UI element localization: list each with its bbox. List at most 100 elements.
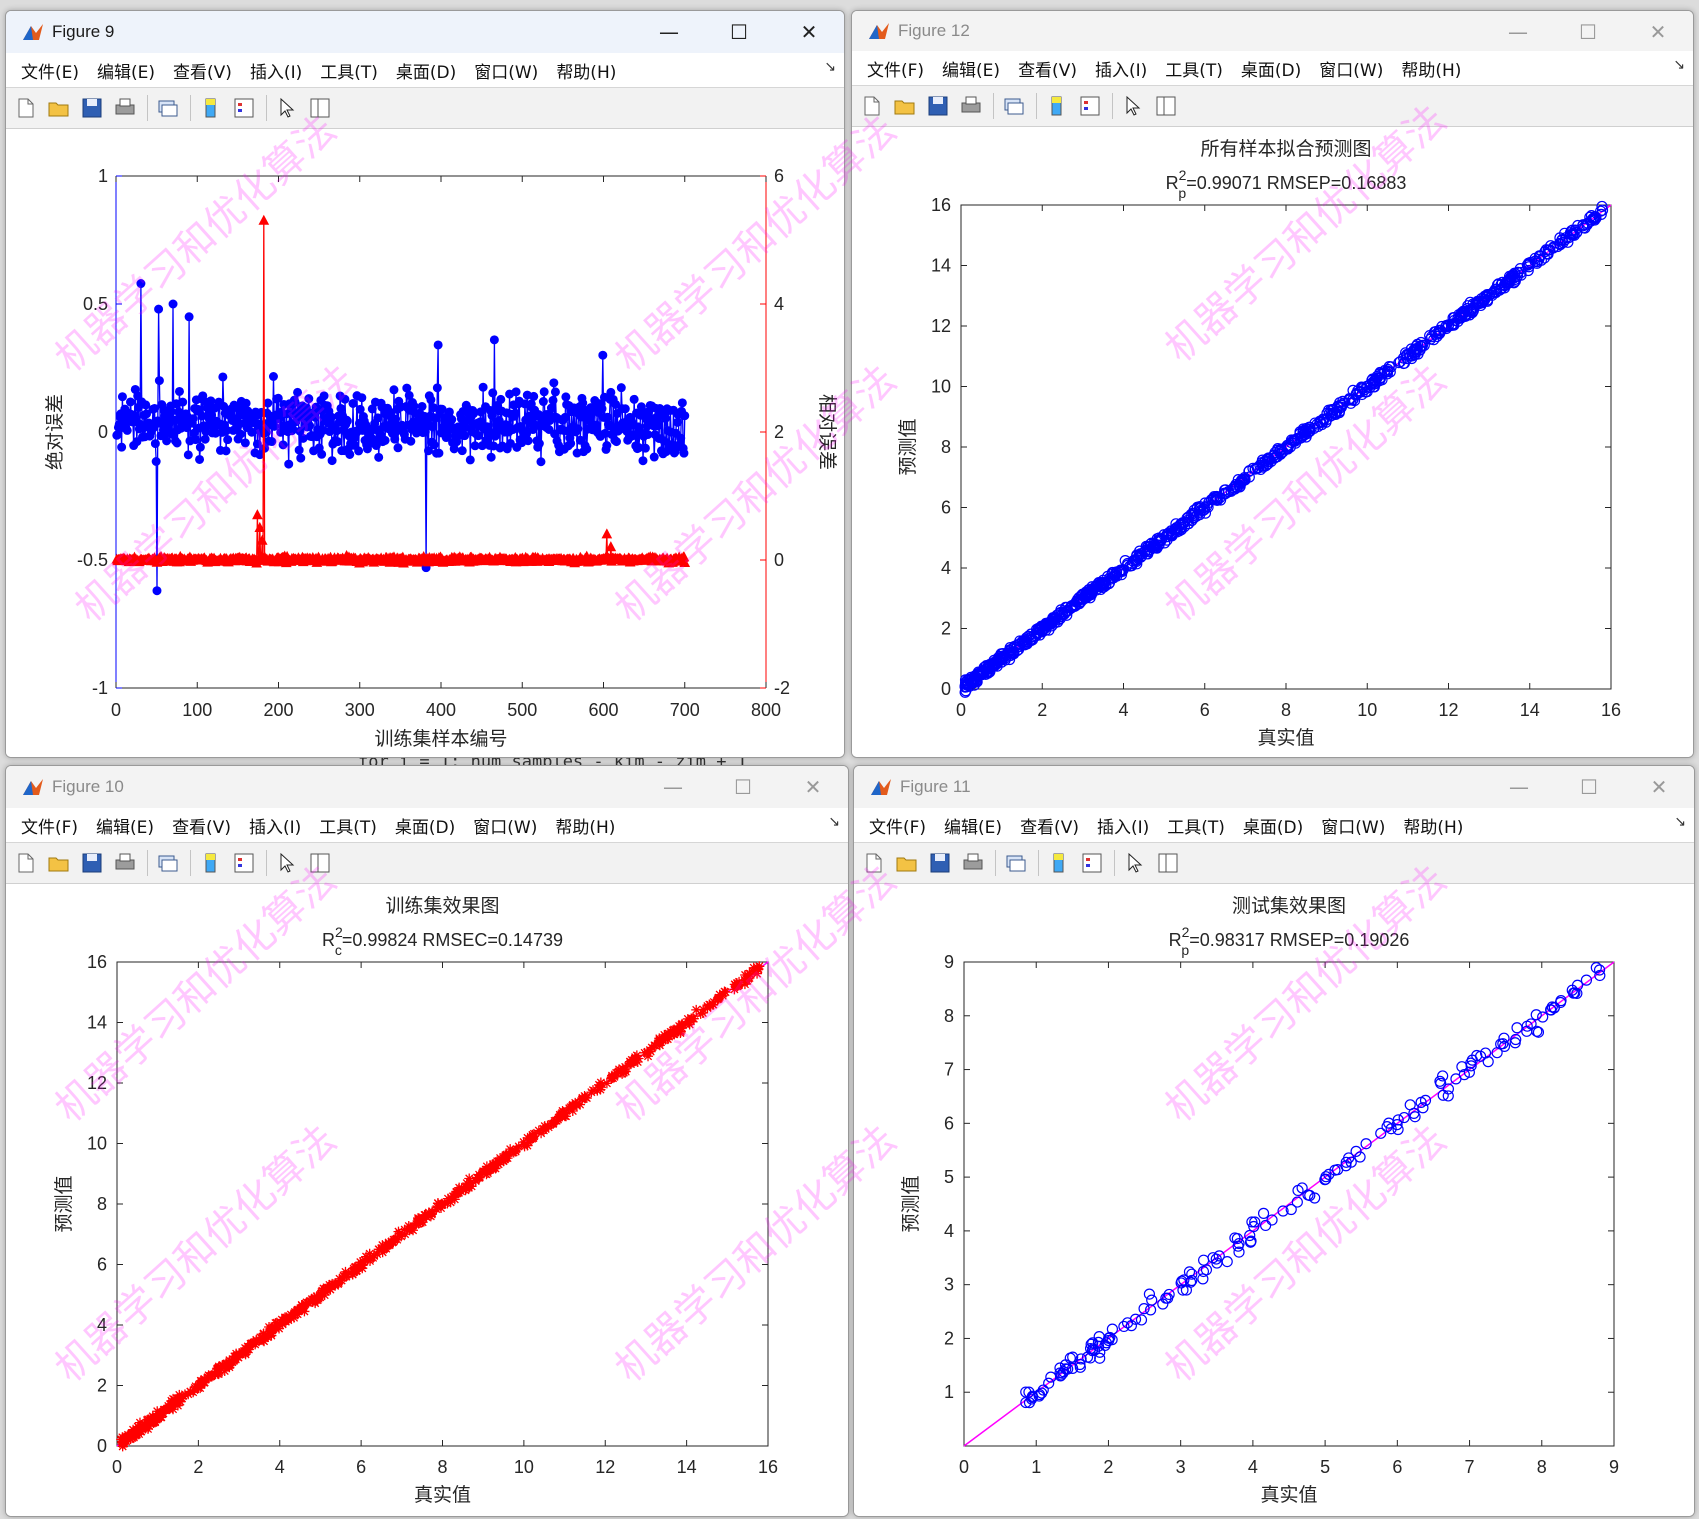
data-point	[417, 401, 427, 411]
save-icon[interactable]	[78, 94, 106, 122]
toolbar-separator	[1112, 93, 1113, 119]
menu-item-1[interactable]: 编辑(E)	[88, 58, 164, 83]
figure-11-window[interactable]: Figure 11 — ☐ ✕ 文件(F) 编辑(E) 查看(V) 插入(I) 工具(T…	[853, 765, 1695, 1517]
minimize-button[interactable]: —	[634, 11, 704, 53]
title-bar[interactable]: Figure 10 — ☐ ✕	[6, 766, 848, 808]
close-button[interactable]: ✕	[778, 766, 848, 808]
minimize-button[interactable]: —	[1484, 766, 1554, 808]
new-figure-icon[interactable]	[12, 94, 40, 122]
menu-item-0[interactable]: 文件(E)	[12, 58, 88, 83]
menu-item-0[interactable]: 文件(F)	[12, 813, 87, 838]
menu-item-1[interactable]: 编辑(E)	[933, 56, 1009, 81]
insert-legend-icon[interactable]	[230, 94, 258, 122]
open-file-icon[interactable]	[45, 94, 73, 122]
menu-item-3[interactable]: 插入(I)	[1088, 813, 1158, 838]
menu-item-5[interactable]: 桌面(D)	[386, 813, 464, 838]
menu-item-6[interactable]: 窗口(W)	[1310, 56, 1392, 81]
menu-item-7[interactable]: 帮助(H)	[546, 813, 624, 838]
link-plot-icon[interactable]	[154, 849, 182, 877]
open-file-icon[interactable]	[45, 849, 73, 877]
dock-figure-icon[interactable]: ↘	[1674, 814, 1686, 830]
insert-colorbar-icon[interactable]	[197, 849, 225, 877]
menu-item-5[interactable]: 桌面(D)	[387, 58, 465, 83]
menu-item-5[interactable]: 桌面(D)	[1234, 813, 1312, 838]
menu-item-7[interactable]: 帮助(H)	[547, 58, 625, 83]
menu-item-4[interactable]: 工具(T)	[310, 813, 386, 838]
menu-item-3[interactable]: 插入(I)	[241, 58, 311, 83]
link-plot-icon[interactable]	[154, 94, 182, 122]
maximize-button[interactable]: ☐	[1553, 11, 1623, 53]
property-inspector-icon[interactable]	[1154, 849, 1182, 877]
new-figure-icon[interactable]	[860, 849, 888, 877]
print-icon[interactable]	[959, 849, 987, 877]
menu-item-4[interactable]: 工具(T)	[1156, 56, 1232, 81]
save-icon[interactable]	[78, 849, 106, 877]
edit-plot-icon[interactable]	[1121, 849, 1149, 877]
close-button[interactable]: ✕	[1623, 11, 1693, 53]
menu-item-6[interactable]: 窗口(W)	[1312, 813, 1394, 838]
insert-colorbar-icon[interactable]	[1043, 92, 1071, 120]
figure-12-window[interactable]: Figure 12 — ☐ ✕ 文件(F) 编辑(E) 查看(V) 插入(I) 工具(T…	[851, 10, 1694, 758]
menu-item-6[interactable]: 窗口(W)	[464, 813, 546, 838]
link-plot-icon[interactable]	[1000, 92, 1028, 120]
menu-item-2[interactable]: 查看(V)	[1011, 813, 1088, 838]
menu-item-1[interactable]: 编辑(E)	[87, 813, 163, 838]
property-inspector-icon[interactable]	[306, 94, 334, 122]
menu-item-0[interactable]: 文件(F)	[858, 56, 933, 81]
chart-title: 测试集效果图	[1232, 895, 1346, 917]
insert-colorbar-icon[interactable]	[197, 94, 225, 122]
menu-item-2[interactable]: 查看(V)	[164, 58, 241, 83]
data-point	[151, 457, 161, 467]
edit-plot-icon[interactable]	[273, 849, 301, 877]
new-figure-icon[interactable]	[12, 849, 40, 877]
maximize-button[interactable]: ☐	[704, 11, 774, 53]
menu-item-6[interactable]: 窗口(W)	[465, 58, 547, 83]
menu-item-5[interactable]: 桌面(D)	[1232, 56, 1310, 81]
menu-item-3[interactable]: 插入(I)	[1086, 56, 1156, 81]
insert-legend-icon[interactable]	[230, 849, 258, 877]
new-figure-icon[interactable]	[858, 92, 886, 120]
menu-item-0[interactable]: 文件(F)	[860, 813, 935, 838]
link-plot-icon[interactable]	[1002, 849, 1030, 877]
open-file-icon[interactable]	[893, 849, 921, 877]
dock-figure-icon[interactable]: ↘	[1673, 57, 1685, 73]
insert-legend-icon[interactable]	[1078, 849, 1106, 877]
close-button[interactable]: ✕	[774, 11, 844, 53]
menu-item-3[interactable]: 插入(I)	[240, 813, 310, 838]
chart-subtitle: R2 c=0.99824 RMSEC=0.14739	[322, 924, 563, 958]
title-bar[interactable]: Figure 11 — ☐ ✕	[854, 766, 1694, 808]
figure-9-window[interactable]: Figure 9 — ☐ ✕ 文件(E) 编辑(E) 查看(V) 插入(I) 工具(T)…	[5, 10, 845, 758]
menu-item-4[interactable]: 工具(T)	[1158, 813, 1234, 838]
maximize-button[interactable]: ☐	[1554, 766, 1624, 808]
figure-10-window[interactable]: Figure 10 — ☐ ✕ 文件(F) 编辑(E) 查看(V) 插入(I) 工具(T…	[5, 765, 849, 1517]
title-bar[interactable]: Figure 9 — ☐ ✕	[6, 11, 844, 53]
save-icon[interactable]	[924, 92, 952, 120]
menu-item-2[interactable]: 查看(V)	[163, 813, 240, 838]
open-file-icon[interactable]	[891, 92, 919, 120]
print-icon[interactable]	[111, 94, 139, 122]
save-icon[interactable]	[926, 849, 954, 877]
minimize-button[interactable]: —	[1483, 11, 1553, 53]
property-inspector-icon[interactable]	[1152, 92, 1180, 120]
menu-item-2[interactable]: 查看(V)	[1009, 56, 1086, 81]
close-button[interactable]: ✕	[1624, 766, 1694, 808]
property-inspector-icon[interactable]	[306, 849, 334, 877]
x-tick-label: 0	[111, 700, 121, 720]
edit-plot-icon[interactable]	[1119, 92, 1147, 120]
insert-legend-icon[interactable]	[1076, 92, 1104, 120]
dock-figure-icon[interactable]: ↘	[828, 814, 840, 830]
print-icon[interactable]	[957, 92, 985, 120]
data-point	[428, 422, 438, 432]
edit-plot-icon[interactable]	[273, 94, 301, 122]
data-point	[704, 999, 715, 1010]
menu-item-1[interactable]: 编辑(E)	[935, 813, 1011, 838]
menu-item-7[interactable]: 帮助(H)	[1394, 813, 1472, 838]
title-bar[interactable]: Figure 12 — ☐ ✕	[852, 11, 1693, 51]
insert-colorbar-icon[interactable]	[1045, 849, 1073, 877]
maximize-button[interactable]: ☐	[708, 766, 778, 808]
minimize-button[interactable]: —	[638, 766, 708, 808]
menu-item-4[interactable]: 工具(T)	[311, 58, 387, 83]
print-icon[interactable]	[111, 849, 139, 877]
menu-item-7[interactable]: 帮助(H)	[1392, 56, 1470, 81]
dock-figure-icon[interactable]: ↘	[824, 59, 836, 75]
